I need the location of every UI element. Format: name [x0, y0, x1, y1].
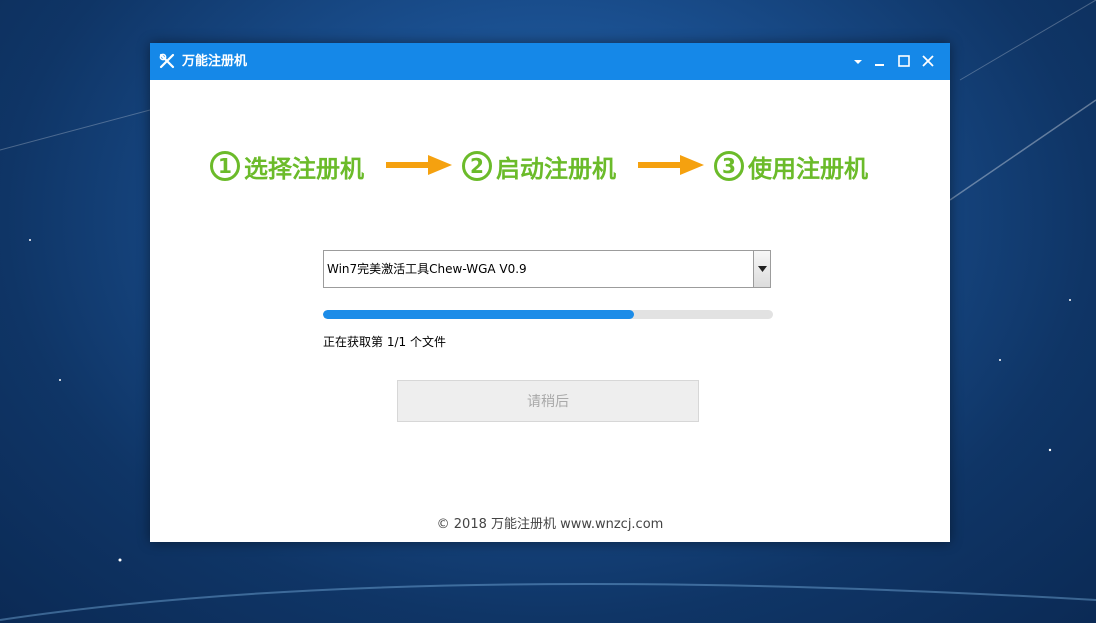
- dropdown-arrow-icon[interactable]: [753, 251, 770, 287]
- minimize-button[interactable]: [868, 43, 892, 80]
- arrow-right-icon: [386, 155, 452, 175]
- menu-button[interactable]: [846, 43, 870, 80]
- progress-fill: [323, 310, 634, 319]
- minimize-icon: [874, 52, 886, 71]
- steps-banner: 1 选择注册机 2 启动注册机 3 使用注册机: [150, 146, 950, 186]
- wait-button[interactable]: 请稍后: [397, 380, 699, 422]
- step-launch: 2 启动注册机: [462, 146, 616, 186]
- close-icon: [922, 52, 934, 71]
- maximize-button[interactable]: [892, 43, 916, 80]
- app-window: 万能注册机 1 选择注册机 2 启动注册机 3 使用注册机 Win7完美激活工具…: [150, 43, 950, 542]
- download-progress-bar: [323, 310, 773, 319]
- window-title: 万能注册机: [182, 54, 248, 69]
- step-label: 启动注册机: [496, 154, 616, 183]
- arrow-right-icon: [638, 155, 704, 175]
- title-bar[interactable]: 万能注册机: [150, 43, 950, 80]
- step-label: 选择注册机: [244, 154, 364, 183]
- selected-keygen: Win7完美激活工具Chew-WGA V0.9: [327, 262, 527, 276]
- close-button[interactable]: [916, 43, 940, 80]
- step-number: 3: [714, 151, 744, 181]
- chevron-down-icon: [853, 52, 863, 71]
- step-number: 2: [462, 151, 492, 181]
- footer-copyright: © 2018 万能注册机 www.wnzcj.com: [436, 517, 664, 532]
- step-select: 1 选择注册机: [210, 146, 364, 186]
- progress-status: 正在获取第 1/1 个文件: [323, 335, 446, 349]
- step-use: 3 使用注册机: [714, 146, 868, 186]
- step-label: 使用注册机: [748, 154, 868, 183]
- tools-icon: [159, 53, 175, 69]
- keygen-selector[interactable]: Win7完美激活工具Chew-WGA V0.9: [323, 250, 771, 288]
- maximize-icon: [898, 52, 910, 71]
- step-number: 1: [210, 151, 240, 181]
